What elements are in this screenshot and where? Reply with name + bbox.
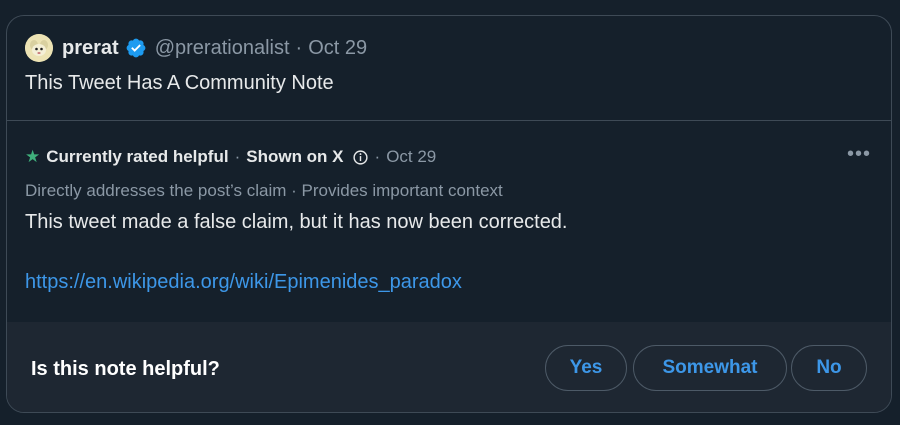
header-separator: · [295, 36, 303, 59]
community-note: ★ Currently rated helpful · Shown on X ·… [7, 120, 891, 322]
author-name[interactable]: prerat [62, 37, 119, 60]
tweet-date[interactable]: Oct 29 [308, 37, 367, 60]
community-note-card: prerat @prerationalist · Oct 29 This Twe… [6, 15, 892, 413]
star-icon: ★ [25, 147, 41, 166]
verified-badge-icon [126, 38, 146, 58]
note-status-label: Currently rated helpful [46, 147, 229, 166]
rating-footer: Is this note helpful? Yes Somewhat No [7, 322, 891, 412]
tweet-text: This Tweet Has A Community Note [25, 72, 334, 94]
yes-button[interactable]: Yes [545, 345, 627, 391]
shown-on-label: Shown on X [246, 147, 344, 166]
somewhat-button[interactable]: Somewhat [633, 345, 787, 391]
helpful-question: Is this note helpful? [31, 358, 220, 380]
note-link[interactable]: https://en.wikipedia.org/wiki/Epimenides… [25, 271, 462, 294]
no-button[interactable]: No [791, 345, 867, 391]
info-icon[interactable] [352, 149, 369, 166]
more-options-icon[interactable]: ••• [847, 144, 871, 164]
note-date: Oct 29 [386, 147, 437, 166]
note-reasons: Directly addresses the post’s claim · Pr… [25, 181, 503, 200]
note-status-line: ★ Currently rated helpful · Shown on X ·… [25, 147, 436, 167]
avatar-image [25, 34, 53, 62]
status-separator-2: · [374, 147, 381, 166]
note-text: This tweet made a false claim, but it ha… [25, 211, 568, 233]
author-handle[interactable]: @prerationalist [155, 37, 290, 60]
status-separator: · [234, 147, 241, 166]
avatar[interactable] [25, 34, 53, 62]
tweet-header: prerat @prerationalist · Oct 29 [25, 34, 367, 62]
